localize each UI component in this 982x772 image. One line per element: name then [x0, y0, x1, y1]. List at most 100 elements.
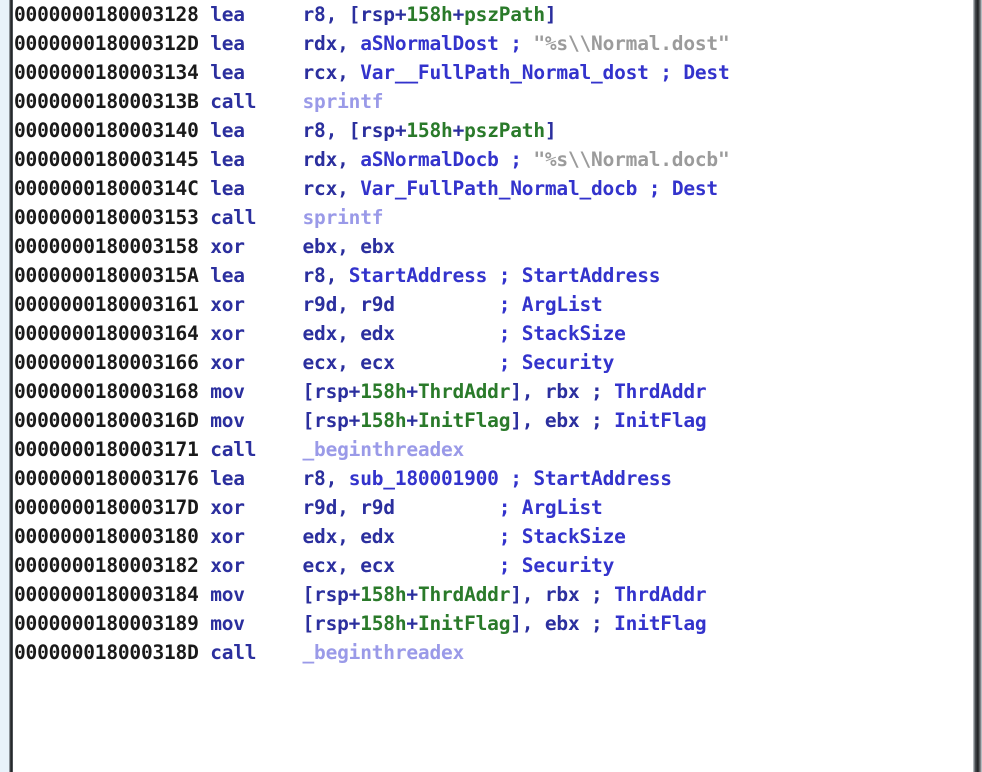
operand-token-dataref[interactable]: Var_FullPath_Normal_docb [360, 177, 637, 200]
instruction-mnemonic: xor [210, 351, 303, 374]
operand-token-ops: r8, [302, 264, 349, 287]
operand-token-cmt: ; [498, 32, 534, 55]
right-window-frame-scrollbar[interactable] [973, 0, 982, 772]
instruction-address: 000000018000315A [14, 264, 211, 287]
instruction-mnemonic: mov [210, 612, 303, 635]
operand-token-cmt: ; [394, 293, 522, 316]
operand-token-ops: + [406, 612, 418, 635]
operand-token-callref[interactable]: sprintf [303, 206, 384, 229]
operand-token-ops: ], ebx ; [510, 409, 615, 432]
instruction-address: 000000018000313B [14, 90, 211, 113]
operand-token-stkvar[interactable]: ThrdAddr [418, 380, 511, 403]
instruction-address: 000000018000318D [14, 641, 211, 664]
operand-token-stkvar[interactable]: ThrdAddr [418, 583, 511, 606]
disassembly-line[interactable]: 0000000180003164 xor edx, edx ; StackSiz… [14, 319, 973, 348]
instruction-address: 0000000180003134 [14, 61, 211, 84]
disassembly-line[interactable]: 0000000180003168 mov [rsp+158h+ThrdAddr]… [14, 377, 973, 406]
operand-token-cmt: Security [521, 554, 615, 577]
disassembly-line[interactable]: 0000000180003189 mov [rsp+158h+InitFlag]… [14, 609, 973, 638]
disassembly-line[interactable]: 000000018000313B call sprintf [14, 87, 973, 116]
operand-token-ops: [rsp+ [302, 612, 361, 635]
operand-token-dataref[interactable]: aSNormalDost [360, 32, 499, 55]
instruction-mnemonic: call [210, 438, 303, 461]
disassembly-line[interactable]: 0000000180003158 xor ebx, ebx [14, 232, 973, 261]
instruction-mnemonic: mov [210, 380, 303, 403]
instruction-address: 0000000180003145 [14, 148, 211, 171]
operand-token-ops: r9d, r9d [302, 293, 396, 316]
disassembly-line[interactable] [14, 667, 973, 679]
instruction-mnemonic: xor [210, 322, 303, 345]
instruction-mnemonic: xor [210, 293, 303, 316]
operand-token-cmt: ArgList [521, 293, 603, 316]
operand-token-dataref[interactable]: StartAddress [349, 264, 488, 287]
operand-token-dataref[interactable]: aSNormalDocb [360, 148, 499, 171]
operand-token-ops: ] [544, 119, 557, 142]
operand-token-callref[interactable]: _beginthreadex [303, 641, 465, 664]
operand-token-cmt: Dest [683, 61, 730, 84]
operand-token-cmt: StartAddress [533, 467, 672, 490]
operand-token-ops: rdx, [302, 32, 361, 55]
instruction-mnemonic: lea [210, 177, 303, 200]
operand-token-ops: [rsp+ [302, 409, 361, 432]
disassembly-line[interactable]: 000000018000314C lea rcx, Var_FullPath_N… [14, 174, 973, 203]
disassembly-line[interactable]: 000000018000316D mov [rsp+158h+InitFlag]… [14, 406, 973, 435]
operand-token-stkvar[interactable]: InitFlag [418, 612, 511, 635]
clipped-line-padding [14, 670, 303, 679]
instruction-address: 0000000180003182 [14, 554, 211, 577]
operand-token-stkvar[interactable]: InitFlag [418, 409, 511, 432]
operand-token-ops: ], ebx ; [510, 612, 615, 635]
disassembly-line[interactable]: 0000000180003128 lea r8, [rsp+158h+pszPa… [14, 0, 973, 29]
disassembly-line[interactable]: 0000000180003153 call sprintf [14, 203, 973, 232]
operand-token-ops: ecx, ecx [302, 351, 396, 374]
disassembly-line[interactable]: 0000000180003180 xor edx, edx ; StackSiz… [14, 522, 973, 551]
operand-token-cmt: Dest [671, 177, 718, 200]
disassembly-line[interactable]: 0000000180003166 xor ecx, ecx ; Security [14, 348, 973, 377]
operand-token-cmt: ; [394, 496, 522, 519]
disassembly-line[interactable]: 0000000180003184 mov [rsp+158h+ThrdAddr]… [14, 580, 973, 609]
operand-token-ops: rdx, [302, 148, 361, 171]
operand-token-ops: edx, edx [302, 525, 396, 548]
operand-token-callref[interactable]: _beginthreadex [303, 438, 465, 461]
operand-token-ops: [rsp+ [302, 583, 361, 606]
left-window-frame [9, 0, 13, 772]
operand-token-num: 158h [406, 3, 453, 26]
disassembly-line[interactable]: 0000000180003171 call _beginthreadex [14, 435, 973, 464]
operand-token-num: 158h [360, 583, 407, 606]
instruction-address: 0000000180003180 [14, 525, 211, 548]
operand-token-cmt: StackSize [521, 525, 626, 548]
operand-token-dataref[interactable]: Var__FullPath_Normal_dost [360, 61, 649, 84]
instruction-address: 000000018000316D [14, 409, 211, 432]
operand-token-stkvar[interactable]: pszPath [464, 119, 545, 142]
instruction-mnemonic: mov [210, 409, 303, 432]
operand-token-stkvar[interactable]: pszPath [464, 3, 545, 26]
left-gutter-strip [0, 0, 9, 772]
operand-token-num: 158h [406, 119, 453, 142]
disassembly-code-area[interactable]: 0000000180003128 lea r8, [rsp+158h+pszPa… [14, 0, 973, 772]
operand-token-ops: + [406, 380, 418, 403]
disassembly-line[interactable]: 000000018000318D call _beginthreadex [14, 638, 973, 667]
instruction-mnemonic: call [210, 90, 303, 113]
instruction-mnemonic: xor [210, 235, 303, 258]
operand-token-cmt: ; [498, 148, 534, 171]
operand-token-cmt: ThrdAddr [614, 380, 707, 403]
operand-token-dataref[interactable]: sub_180001900 [349, 467, 499, 490]
operand-token-cmt: ; [498, 467, 534, 490]
instruction-address: 0000000180003166 [14, 351, 211, 374]
disassembly-line[interactable]: 0000000180003161 xor r9d, r9d ; ArgList [14, 290, 973, 319]
instruction-mnemonic: call [210, 641, 303, 664]
operand-token-callref[interactable]: sprintf [303, 90, 384, 113]
disassembly-line[interactable]: 0000000180003176 lea r8, sub_180001900 ;… [14, 464, 973, 493]
disassembly-line[interactable]: 000000018000312D lea rdx, aSNormalDost ;… [14, 29, 973, 58]
instruction-mnemonic: lea [210, 264, 303, 287]
disassembly-line[interactable]: 0000000180003182 xor ecx, ecx ; Security [14, 551, 973, 580]
disassembly-line[interactable]: 0000000180003140 lea r8, [rsp+158h+pszPa… [14, 116, 973, 145]
operand-token-ops: + [406, 583, 418, 606]
disassembly-line[interactable]: 000000018000315A lea r8, StartAddress ; … [14, 261, 973, 290]
disassembly-line[interactable]: 0000000180003145 lea rdx, aSNormalDocb ;… [14, 145, 973, 174]
disassembly-line[interactable]: 0000000180003134 lea rcx, Var__FullPath_… [14, 58, 973, 87]
disassembly-line[interactable]: 000000018000317D xor r9d, r9d ; ArgList [14, 493, 973, 522]
instruction-address: 000000018000314C [14, 177, 211, 200]
instruction-mnemonic: lea [210, 467, 303, 490]
instruction-mnemonic: lea [210, 3, 303, 26]
instruction-address: 0000000180003164 [14, 322, 211, 345]
